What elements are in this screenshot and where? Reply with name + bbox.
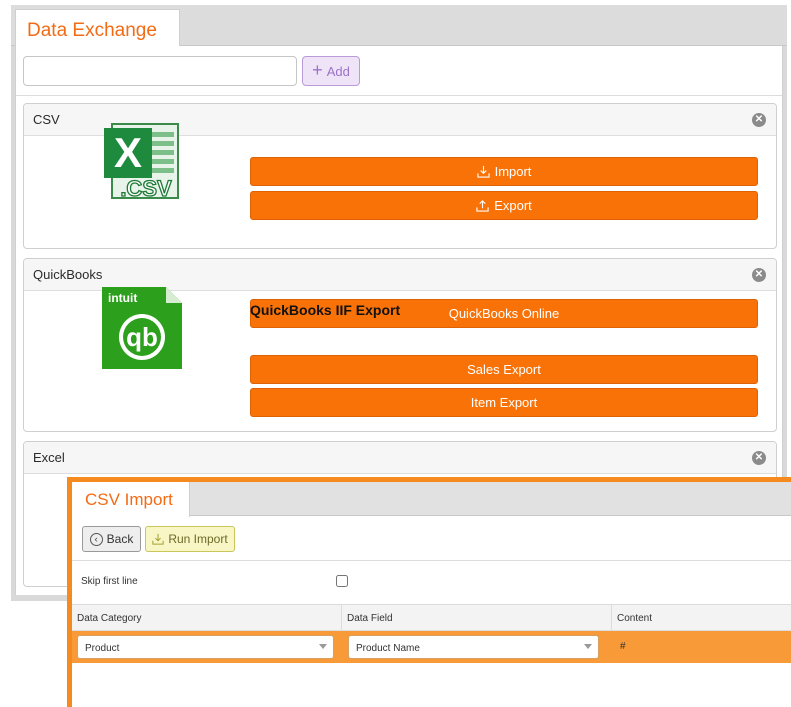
plus-icon: +	[312, 60, 323, 80]
tab-title: CSV Import	[85, 490, 173, 509]
panel-header: Excel ✕	[24, 442, 776, 474]
table-row: Product Product Name #	[72, 631, 791, 663]
csv-logo-text: .CSV	[120, 176, 172, 200]
run-import-button[interactable]: Run Import	[145, 526, 235, 552]
csv-logo: X .CSV	[104, 123, 179, 200]
csv-import-body: CSV Import ‹ Back Run Import Skip first …	[72, 482, 791, 707]
back-button[interactable]: ‹ Back	[82, 526, 141, 552]
quickbooks-panel: QuickBooks ✕ intuit qb QuickBooks Online…	[23, 258, 777, 432]
download-icon	[476, 165, 490, 178]
csv-import-window: CSV Import ‹ Back Run Import Skip first …	[67, 477, 791, 707]
data-category-select[interactable]: Product	[77, 635, 334, 659]
download-icon	[152, 533, 164, 545]
chevron-down-icon	[584, 644, 592, 649]
csv-import-button[interactable]: Import	[250, 157, 758, 186]
skip-first-line-checkbox[interactable]	[336, 575, 348, 587]
data-field-value: Product Name	[356, 643, 420, 654]
back-circle-icon: ‹	[89, 532, 103, 546]
data-category-value: Product	[85, 643, 120, 654]
item-export-button[interactable]: Item Export	[250, 388, 758, 417]
add-button-label: Add	[326, 63, 350, 79]
import-label: Import	[494, 164, 532, 179]
csv-panel: CSV ✕ X .CSV Import Export	[23, 103, 777, 249]
export-label: Export	[494, 198, 532, 213]
item-export-label: Item Export	[470, 395, 538, 410]
quickbooks-logo-mark: qb	[126, 322, 158, 352]
back-button-label: Back	[106, 532, 134, 546]
tab-strip: CSV Import	[72, 482, 791, 517]
divider	[72, 560, 791, 561]
quickbooks-online-label: QuickBooks Online	[448, 306, 560, 321]
panel-title: Excel	[33, 450, 65, 465]
close-icon[interactable]: ✕	[752, 113, 766, 127]
add-button[interactable]: + Add	[302, 56, 360, 86]
upload-icon	[476, 200, 489, 212]
column-header-content: Content	[617, 613, 653, 624]
run-import-label: Run Import	[168, 532, 228, 546]
svg-text:X: X	[114, 129, 142, 176]
panel-title: QuickBooks	[33, 267, 103, 282]
close-icon[interactable]: ✕	[752, 268, 766, 282]
quickbooks-logo-brand: intuit	[108, 291, 137, 305]
tab-csv-import[interactable]: CSV Import	[72, 482, 190, 517]
csv-export-button[interactable]: Export	[250, 191, 758, 220]
quickbooks-logo: intuit qb	[102, 287, 182, 369]
divider	[16, 95, 782, 96]
column-header-data-category: Data Category	[72, 605, 342, 631]
search-input[interactable]	[23, 56, 297, 86]
iif-export-heading: QuickBooks IIF Export	[250, 302, 401, 318]
chevron-down-icon	[319, 644, 327, 649]
skip-first-line-label: Skip first line	[81, 576, 138, 587]
close-icon[interactable]: ✕	[752, 451, 766, 465]
sales-export-label: Sales Export	[467, 362, 541, 377]
panel-title: CSV	[33, 112, 60, 127]
tab-strip: Data Exchange	[11, 5, 787, 47]
data-field-select[interactable]: Product Name	[348, 635, 599, 659]
sales-export-button[interactable]: Sales Export	[250, 355, 758, 384]
tab-data-exchange[interactable]: Data Exchange	[15, 9, 180, 47]
column-header-data-field: Data Field	[342, 605, 612, 631]
tab-title: Data Exchange	[27, 20, 157, 41]
content-value: #	[620, 641, 626, 652]
mapping-table-header: Data Category Data Field Content	[72, 605, 791, 631]
